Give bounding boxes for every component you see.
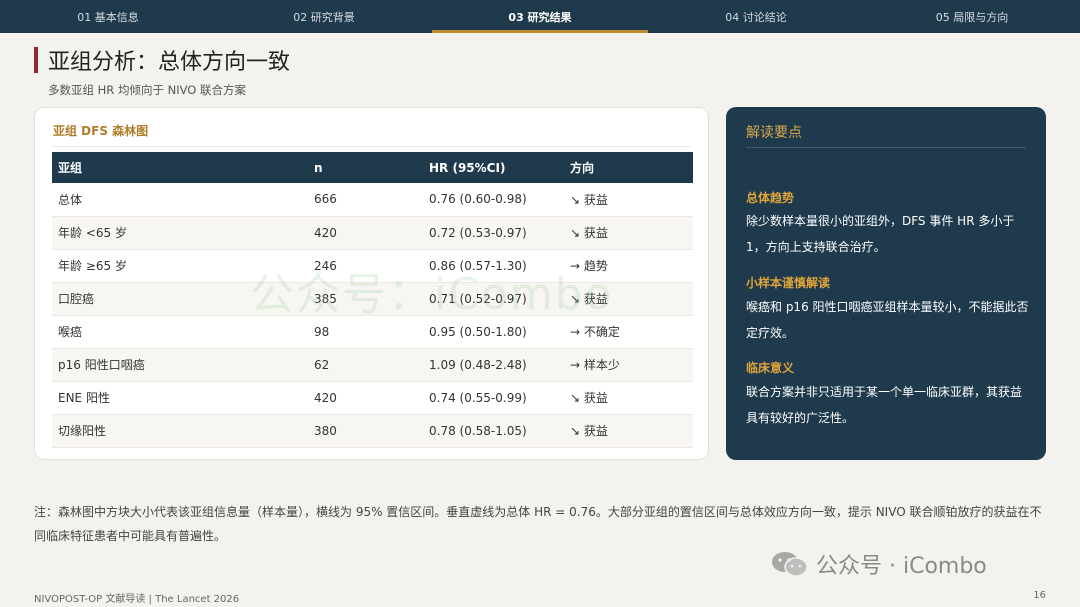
wechat-icon — [772, 552, 808, 577]
cell-group: 年龄 ≥65 岁 — [52, 249, 308, 283]
table-row: 总体 666 0.76 (0.60-0.98) ↘ 获益 — [52, 183, 693, 217]
col-header-n: n — [308, 152, 423, 183]
cell-direction: → 不确定 — [564, 315, 693, 349]
cell-n: 246 — [308, 249, 423, 283]
table-row: p16 阳性口咽癌 62 1.09 (0.48-2.48) → 样本少 — [52, 348, 693, 382]
cell-n: 385 — [308, 282, 423, 316]
forest-table-card: 亚组 DFS 森林图 亚组 n HR (95%CI) 方向 总体 666 0.7… — [34, 107, 709, 460]
tab-background[interactable]: 02 研究背景 — [216, 0, 432, 33]
brand-text: 公众号 · iCombo — [816, 554, 987, 579]
section-body-small-sample: 喉癌和 p16 阳性口咽癌亚组样本量较小，不能据此否定疗效。 — [746, 300, 1029, 340]
page-number: 16 — [1033, 590, 1046, 601]
cell-n: 380 — [308, 414, 423, 448]
card-title: 亚组 DFS 森林图 — [53, 124, 149, 138]
cell-direction: ↘ 获益 — [564, 282, 693, 316]
cell-direction: ↘ 获益 — [564, 381, 693, 415]
cell-group: 总体 — [52, 183, 308, 217]
cell-hr: 0.95 (0.50-1.80) — [423, 315, 564, 349]
cell-group: 口腔癌 — [52, 282, 308, 316]
cell-group: p16 阳性口咽癌 — [52, 348, 308, 382]
section-heading-trend: 总体趋势 — [746, 191, 795, 205]
brand-badge: 公众号 · iCombo — [770, 548, 987, 580]
tab-discussion[interactable]: 04 讨论结论 — [648, 0, 864, 33]
col-header-hr: HR (95%CI) — [423, 152, 564, 183]
cell-direction: ↘ 获益 — [564, 183, 693, 217]
cell-hr: 0.78 (0.58-1.05) — [423, 414, 564, 448]
section-body-trend: 除少数样本量很小的亚组外，DFS 事件 HR 多小于 1，方向上支持联合治疗。 — [746, 214, 1015, 254]
card-divider — [53, 146, 690, 147]
cell-hr: 0.86 (0.57-1.30) — [423, 249, 564, 283]
interpretation-panel: 解读要点 总体趋势 除少数样本量很小的亚组外，DFS 事件 HR 多小于 1，方… — [726, 107, 1046, 460]
section-heading-clinical: 临床意义 — [746, 361, 795, 375]
table-row: 年龄 <65 岁 420 0.72 (0.53-0.97) ↘ 获益 — [52, 216, 693, 250]
table-row: 喉癌 98 0.95 (0.50-1.80) → 不确定 — [52, 315, 693, 349]
cell-direction: → 样本少 — [564, 348, 693, 382]
table-row: 口腔癌 385 0.71 (0.52-0.97) ↘ 获益 — [52, 282, 693, 316]
table-row: 切缘阳性 380 0.78 (0.58-1.05) ↘ 获益 — [52, 414, 693, 448]
cell-hr: 0.74 (0.55-0.99) — [423, 381, 564, 415]
cell-n: 62 — [308, 348, 423, 382]
page-title: 亚组分析：总体方向一致 — [48, 50, 291, 75]
cell-group: ENE 阳性 — [52, 381, 308, 415]
cell-group: 切缘阳性 — [52, 414, 308, 448]
section-heading-small-sample: 小样本谨慎解读 — [746, 276, 831, 290]
footer-source: NIVOPOST-OP 文献导读 | The Lancet 2026 — [34, 594, 240, 605]
col-header-group: 亚组 — [52, 152, 308, 183]
cell-hr: 0.72 (0.53-0.97) — [423, 216, 564, 250]
tab-basic-info[interactable]: 01 基本信息 — [0, 0, 216, 33]
title-accent-bar — [34, 47, 38, 73]
cell-n: 420 — [308, 216, 423, 250]
subgroup-table: 亚组 n HR (95%CI) 方向 总体 666 0.76 (0.60-0.9… — [52, 152, 693, 448]
cell-hr: 1.09 (0.48-2.48) — [423, 348, 564, 382]
cell-n: 98 — [308, 315, 423, 349]
section-body-clinical: 联合方案并非只适用于某一个单一临床亚群，其获益具有较好的广泛性。 — [746, 385, 1023, 425]
table-header-row: 亚组 n HR (95%CI) 方向 — [52, 152, 693, 183]
col-header-direction: 方向 — [564, 152, 693, 183]
cell-direction: → 趋势 — [564, 249, 693, 283]
cell-n: 420 — [308, 381, 423, 415]
tab-results[interactable]: 03 研究结果 — [432, 0, 648, 33]
tab-limitations[interactable]: 05 局限与方向 — [864, 0, 1080, 33]
page-subtitle: 多数亚组 HR 均倾向于 NIVO 联合方案 — [48, 83, 246, 97]
cell-group: 喉癌 — [52, 315, 308, 349]
cell-hr: 0.71 (0.52-0.97) — [423, 282, 564, 316]
cell-n: 666 — [308, 183, 423, 217]
panel-title: 解读要点 — [746, 125, 802, 141]
footnote: 注：森林图中方块大小代表该亚组信息量（样本量），横线为 95% 置信区间。垂直虚… — [34, 505, 1042, 543]
cell-group: 年龄 <65 岁 — [52, 216, 308, 250]
top-nav: 01 基本信息 02 研究背景 03 研究结果 04 讨论结论 05 局限与方向 — [0, 0, 1080, 33]
panel-divider — [746, 147, 1026, 148]
cell-hr: 0.76 (0.60-0.98) — [423, 183, 564, 217]
cell-direction: ↘ 获益 — [564, 414, 693, 448]
cell-direction: ↘ 获益 — [564, 216, 693, 250]
table-row: ENE 阳性 420 0.74 (0.55-0.99) ↘ 获益 — [52, 381, 693, 415]
table-row: 年龄 ≥65 岁 246 0.86 (0.57-1.30) → 趋势 — [52, 249, 693, 283]
